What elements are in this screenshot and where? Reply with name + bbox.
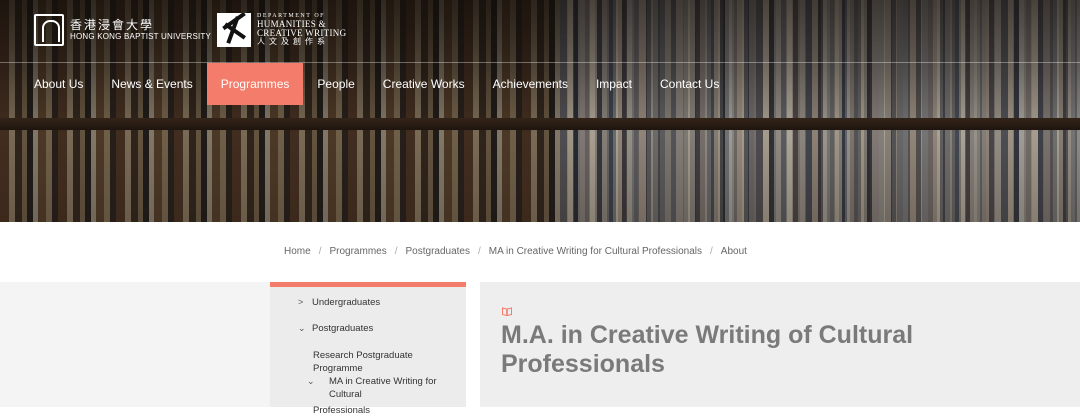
hero-banner: 香港浸會大學 HONG KONG BAPTIST UNIVERSITY DEPA…	[0, 0, 1080, 222]
content-card: M.A. in Creative Writing of Cultural Pro…	[480, 282, 1080, 407]
breadcrumb-separator: /	[394, 246, 398, 257]
nav-contact-us[interactable]: Contact Us	[646, 63, 733, 105]
nav-creative-works[interactable]: Creative Works	[369, 63, 479, 105]
sidebar-item-label-line1: MA in Creative Writing for Cultural	[329, 376, 437, 400]
sidebar-item-label: Undergraduates	[312, 297, 381, 308]
breadcrumb-ma-programme[interactable]: MA in Creative Writing for Cultural Prof…	[489, 246, 702, 257]
sidebar-item-postgraduates[interactable]: ⌄ Postgraduates	[290, 322, 381, 335]
sidebar-item-label-line2: Professionals	[313, 405, 371, 416]
sidebar-item-undergraduates[interactable]: > Undergraduates	[290, 296, 388, 309]
nav-impact[interactable]: Impact	[582, 63, 646, 105]
sidebar-item-label: Postgraduates	[312, 323, 374, 334]
page-title: M.A. in Creative Writing of Cultural Pro…	[501, 321, 914, 378]
breadcrumb-programmes[interactable]: Programmes	[329, 246, 386, 257]
nav-people[interactable]: People	[303, 63, 368, 105]
breadcrumb-home[interactable]: Home	[284, 246, 311, 257]
hkbu-emblem-icon	[34, 14, 64, 46]
left-spacer	[0, 282, 270, 407]
chevron-down-icon: ⌄	[307, 376, 315, 386]
nav-about-us[interactable]: About Us	[0, 63, 97, 105]
nav-programmes[interactable]: Programmes	[206, 63, 304, 105]
department-line4-cn: 人文及創作系	[257, 37, 329, 47]
nav-news-events[interactable]: News & Events	[97, 63, 206, 105]
sidebar-item-ma-creative-writing[interactable]: ⌄ MA in Creative Writing for Cultural Pr…	[305, 375, 465, 417]
breadcrumb-about: About	[720, 246, 747, 257]
book-icon	[502, 307, 512, 316]
breadcrumb: Home / Programmes / Postgraduates / MA i…	[284, 246, 747, 257]
department-logo[interactable]: DEPARTMENT OF HUMANITIES & CREATIVE WRIT…	[217, 13, 346, 47]
sidebar-item-research-postgraduate[interactable]: Research Postgraduate Programme	[305, 349, 466, 375]
university-name-cn: 香港浸會大學	[70, 17, 155, 32]
chevron-down-icon: ⌄	[298, 323, 306, 333]
breadcrumb-separator: /	[478, 246, 481, 257]
nav-achievements[interactable]: Achievements	[479, 63, 582, 105]
chevron-right-icon: >	[298, 297, 304, 307]
breadcrumb-separator: /	[710, 246, 713, 257]
university-name-en: HONG KONG BAPTIST UNIVERSITY	[70, 32, 212, 42]
department-emblem-icon	[217, 13, 251, 47]
main-nav: About Us News & Events Programmes People…	[0, 63, 733, 105]
breadcrumb-postgraduates[interactable]: Postgraduates	[406, 246, 471, 257]
sidebar-item-label: Research Postgraduate Programme	[313, 350, 413, 374]
hkbu-logo[interactable]: 香港浸會大學 HONG KONG BAPTIST UNIVERSITY	[34, 14, 211, 46]
programme-sidebar: > Undergraduates ⌄ Postgraduates Research …	[270, 282, 466, 416]
breadcrumb-separator: /	[318, 246, 322, 257]
